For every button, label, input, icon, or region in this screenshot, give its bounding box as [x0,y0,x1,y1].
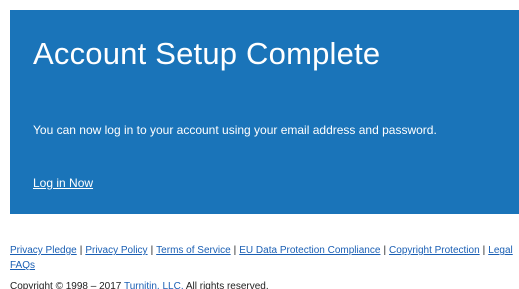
terms-of-service-link[interactable]: Terms of Service [156,245,230,256]
page: Account Setup Complete You can now log i… [0,0,519,289]
turnitin-link[interactable]: Turnitin, LLC. [124,281,184,289]
eu-data-protection-link[interactable]: EU Data Protection Compliance [239,245,380,256]
footer-separator: | [383,245,387,256]
footer-separator: | [79,245,83,256]
account-setup-panel: Account Setup Complete You can now log i… [10,10,519,214]
panel-title: Account Setup Complete [33,36,381,71]
copyright-prefix: Copyright © 1998 – 2017 [10,281,122,289]
copyright-protection-link[interactable]: Copyright Protection [389,245,480,256]
footer-separator: | [150,245,154,256]
privacy-policy-link[interactable]: Privacy Policy [85,245,147,256]
footer-links: Privacy Pledge | Privacy Policy | Terms of S… [10,243,515,273]
panel-message: You can now log in to your account using… [33,123,437,137]
copyright-notice: Copyright © 1998 – 2017 Turnitin, LLC. A… [10,279,515,289]
privacy-pledge-link[interactable]: Privacy Pledge [10,245,77,256]
footer-separator: | [233,245,237,256]
copyright-suffix: All rights reserved. [185,281,269,289]
footer-separator: | [482,245,486,256]
log-in-now-link[interactable]: Log in Now [33,175,93,191]
footer: Privacy Pledge | Privacy Policy | Terms of S… [10,243,515,289]
